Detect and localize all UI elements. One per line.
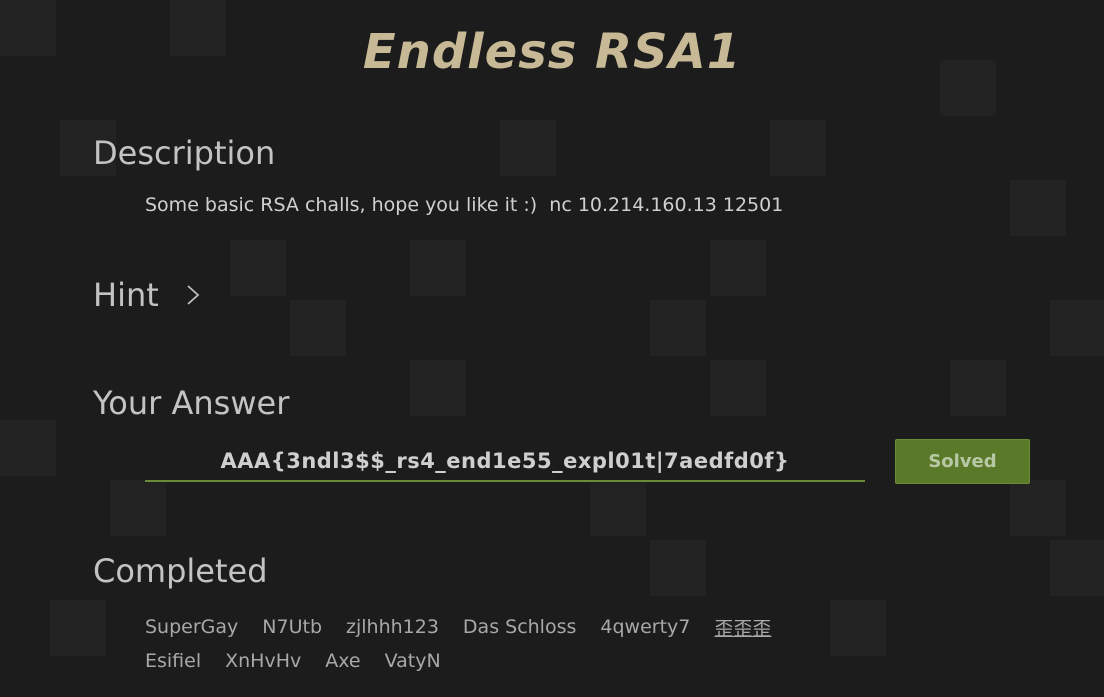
completed-user-link[interactable]: 4qwerty7 bbox=[600, 616, 690, 638]
completed-row: Esifiel XnHvHv Axe VatyN bbox=[145, 644, 845, 678]
completed-row: SuperGay N7Utb zjlhhh123 Das Schloss 4qw… bbox=[145, 610, 845, 644]
completed-user-link[interactable]: VatyN bbox=[385, 650, 441, 672]
hint-toggle[interactable]: Hint bbox=[93, 276, 201, 314]
hint-heading: Hint bbox=[93, 276, 159, 314]
challenge-page: Endless RSA1 Description Some basic RSA … bbox=[0, 0, 1104, 697]
completed-user-link[interactable]: XnHvHv bbox=[225, 650, 301, 672]
answer-heading: Your Answer bbox=[93, 384, 290, 422]
completed-user-link[interactable]: Das Schloss bbox=[463, 616, 576, 638]
answer-input[interactable] bbox=[145, 442, 865, 482]
completed-user-link[interactable]: 歪歪歪 bbox=[714, 614, 771, 641]
solved-button[interactable]: Solved bbox=[895, 439, 1030, 484]
completed-user-link[interactable]: Axe bbox=[325, 650, 360, 672]
page-title: Endless RSA1 bbox=[362, 24, 742, 80]
completed-user-link[interactable]: N7Utb bbox=[262, 616, 322, 638]
description-text: Some basic RSA challs, hope you like it … bbox=[145, 194, 784, 216]
description-heading: Description bbox=[93, 134, 276, 172]
chevron-right-icon bbox=[185, 283, 201, 307]
background-tiles bbox=[0, 0, 1104, 697]
completed-heading: Completed bbox=[93, 552, 268, 590]
completed-user-link[interactable]: Esifiel bbox=[145, 650, 201, 672]
completed-list: SuperGay N7Utb zjlhhh123 Das Schloss 4qw… bbox=[145, 610, 845, 678]
completed-user-link[interactable]: SuperGay bbox=[145, 616, 238, 638]
completed-user-link[interactable]: zjlhhh123 bbox=[346, 616, 439, 638]
